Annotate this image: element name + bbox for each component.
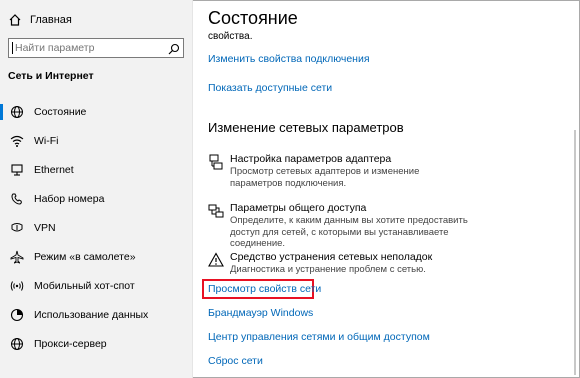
home-label: Главная xyxy=(30,14,72,26)
adapter-settings-option[interactable]: Настройка параметров адаптера Просмотр с… xyxy=(208,153,468,189)
sidebar-item-label: Набор номера xyxy=(34,193,105,205)
sidebar-item-label: Состояние xyxy=(34,106,87,118)
globe-icon xyxy=(10,337,24,351)
search-icon[interactable] xyxy=(168,42,180,55)
warning-icon xyxy=(208,252,224,268)
data-usage-icon xyxy=(10,308,24,322)
sidebar-item-data-usage[interactable]: Использование данных xyxy=(0,305,192,325)
change-connection-properties-link[interactable]: Изменить свойства подключения xyxy=(208,53,370,65)
sidebar-item-label: Прокси-сервер xyxy=(34,338,107,350)
status-description: свойства. xyxy=(208,31,253,42)
windows-firewall-link[interactable]: Брандмауэр Windows xyxy=(208,307,313,319)
sidebar-item-hotspot[interactable]: Мобильный хот-спот xyxy=(0,276,192,296)
ethernet-icon xyxy=(10,163,24,177)
sharing-options[interactable]: Параметры общего доступа Определите, к к… xyxy=(208,202,468,249)
sidebar-item-label: Wi-Fi xyxy=(34,135,59,147)
hotspot-icon xyxy=(10,279,24,293)
sidebar-item-label: Мобильный хот-спот xyxy=(34,280,135,292)
home-nav[interactable]: Главная xyxy=(8,12,72,28)
phone-icon xyxy=(10,192,24,206)
page-title: Состояние xyxy=(208,8,298,28)
sidebar: Главная Найти параметр Сеть и Интернет С… xyxy=(0,0,192,378)
search-input[interactable]: Найти параметр xyxy=(8,38,184,58)
network-sharing-center-link[interactable]: Центр управления сетями и общим доступом xyxy=(208,331,430,343)
sidebar-item-ethernet[interactable]: Ethernet xyxy=(0,160,192,180)
network-reset-link[interactable]: Сброс сети xyxy=(208,355,263,367)
sidebar-item-proxy[interactable]: Прокси-сервер xyxy=(0,334,192,354)
text-cursor xyxy=(12,42,13,54)
option-description: Определите, к каким данным вы хотите пре… xyxy=(230,215,468,249)
sidebar-item-status[interactable]: Состояние xyxy=(0,102,192,122)
sidebar-item-label: Режим «в самолете» xyxy=(34,251,136,263)
section-title: Сеть и Интернет xyxy=(8,70,94,82)
wifi-icon xyxy=(10,134,24,148)
sidebar-item-airplane[interactable]: Режим «в самолете» xyxy=(0,247,192,267)
option-title: Параметры общего доступа xyxy=(230,202,367,214)
option-description: Просмотр сетевых адаптеров и изменение п… xyxy=(230,166,420,189)
network-settings-heading: Изменение сетевых параметров xyxy=(208,120,404,135)
airplane-icon xyxy=(10,250,24,264)
main-content: Состояние свойства. Изменить свойства по… xyxy=(193,0,578,378)
option-title: Настройка параметров адаптера xyxy=(230,153,392,165)
sidebar-item-label: VPN xyxy=(34,222,56,234)
sidebar-item-label: Использование данных xyxy=(34,309,149,321)
show-available-networks-link[interactable]: Показать доступные сети xyxy=(208,82,332,94)
sharing-icon xyxy=(208,203,224,219)
home-icon xyxy=(8,13,22,27)
vpn-icon xyxy=(10,221,24,235)
sidebar-item-vpn[interactable]: VPN xyxy=(0,218,192,238)
sidebar-item-label: Ethernet xyxy=(34,164,74,176)
option-title: Средство устранения сетевых неполадок xyxy=(230,251,433,263)
scrollbar[interactable] xyxy=(574,130,576,375)
option-description: Диагностика и устранение проблем с сетью… xyxy=(230,264,426,275)
globe-icon xyxy=(10,105,24,119)
sidebar-item-dialup[interactable]: Набор номера xyxy=(0,189,192,209)
view-network-properties-link[interactable]: Просмотр свойств сети xyxy=(208,283,321,295)
adapter-icon xyxy=(208,154,224,170)
sidebar-item-wifi[interactable]: Wi-Fi xyxy=(0,131,192,151)
search-placeholder: Найти параметр xyxy=(15,42,95,54)
network-troubleshooter-option[interactable]: Средство устранения сетевых неполадок Ди… xyxy=(208,251,468,275)
